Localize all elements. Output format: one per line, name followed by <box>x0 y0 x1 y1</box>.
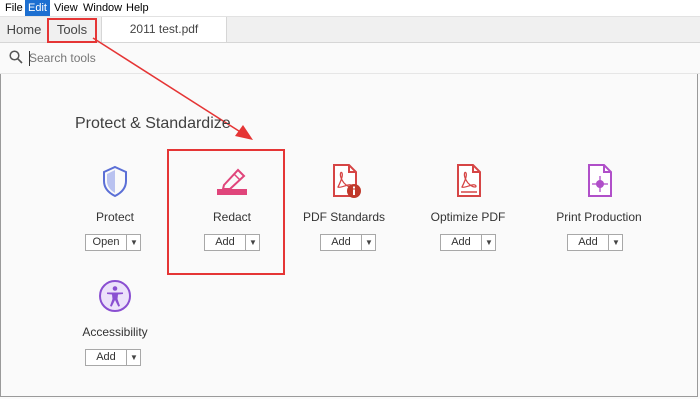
tool-accessibility-button: Add ▼ <box>85 349 141 366</box>
protect-open-button[interactable]: Open <box>86 235 127 250</box>
pdf-standards-add-button[interactable]: Add <box>321 235 362 250</box>
tool-print-production: Print Production Add ▼ <box>534 163 664 273</box>
tool-protect: Protect Open ▼ <box>50 163 180 273</box>
tool-protect-label: Protect <box>95 210 134 224</box>
tool-accessibility: Accessibility Add ▼ <box>50 278 180 388</box>
tool-pdf-standards: PDF Standards Add ▼ <box>279 163 409 273</box>
tool-protect-button: Open ▼ <box>85 234 141 251</box>
print-production-icon <box>588 164 612 197</box>
optimize-pdf-add-button[interactable]: Add <box>441 235 482 250</box>
tool-pdf-standards-button: Add ▼ <box>320 234 376 251</box>
tool-optimize-pdf: Optimize PDF Add ▼ <box>403 163 533 273</box>
chevron-down-icon[interactable]: ▼ <box>482 235 496 250</box>
accessibility-add-button[interactable]: Add <box>86 350 127 365</box>
tool-accessibility-label: Accessibility <box>82 325 148 339</box>
tool-print-production-label: Print Production <box>556 210 642 224</box>
chevron-down-icon[interactable]: ▼ <box>127 235 141 250</box>
tool-print-production-button: Add ▼ <box>567 234 623 251</box>
tool-optimize-pdf-label: Optimize PDF <box>430 210 506 224</box>
chevron-down-icon[interactable]: ▼ <box>127 350 141 365</box>
pdf-optimize-icon <box>457 164 481 197</box>
tool-pdf-standards-label: PDF Standards <box>302 210 386 224</box>
chevron-down-icon[interactable]: ▼ <box>609 235 623 250</box>
shield-icon <box>103 165 127 198</box>
section-title: Protect & Standardize <box>75 115 231 132</box>
pdf-info-icon <box>333 164 361 198</box>
chevron-down-icon[interactable]: ▼ <box>362 235 376 250</box>
redact-highlight <box>167 149 285 275</box>
print-production-add-button[interactable]: Add <box>568 235 609 250</box>
accessibility-icon <box>99 280 131 312</box>
tool-optimize-pdf-button: Add ▼ <box>440 234 496 251</box>
